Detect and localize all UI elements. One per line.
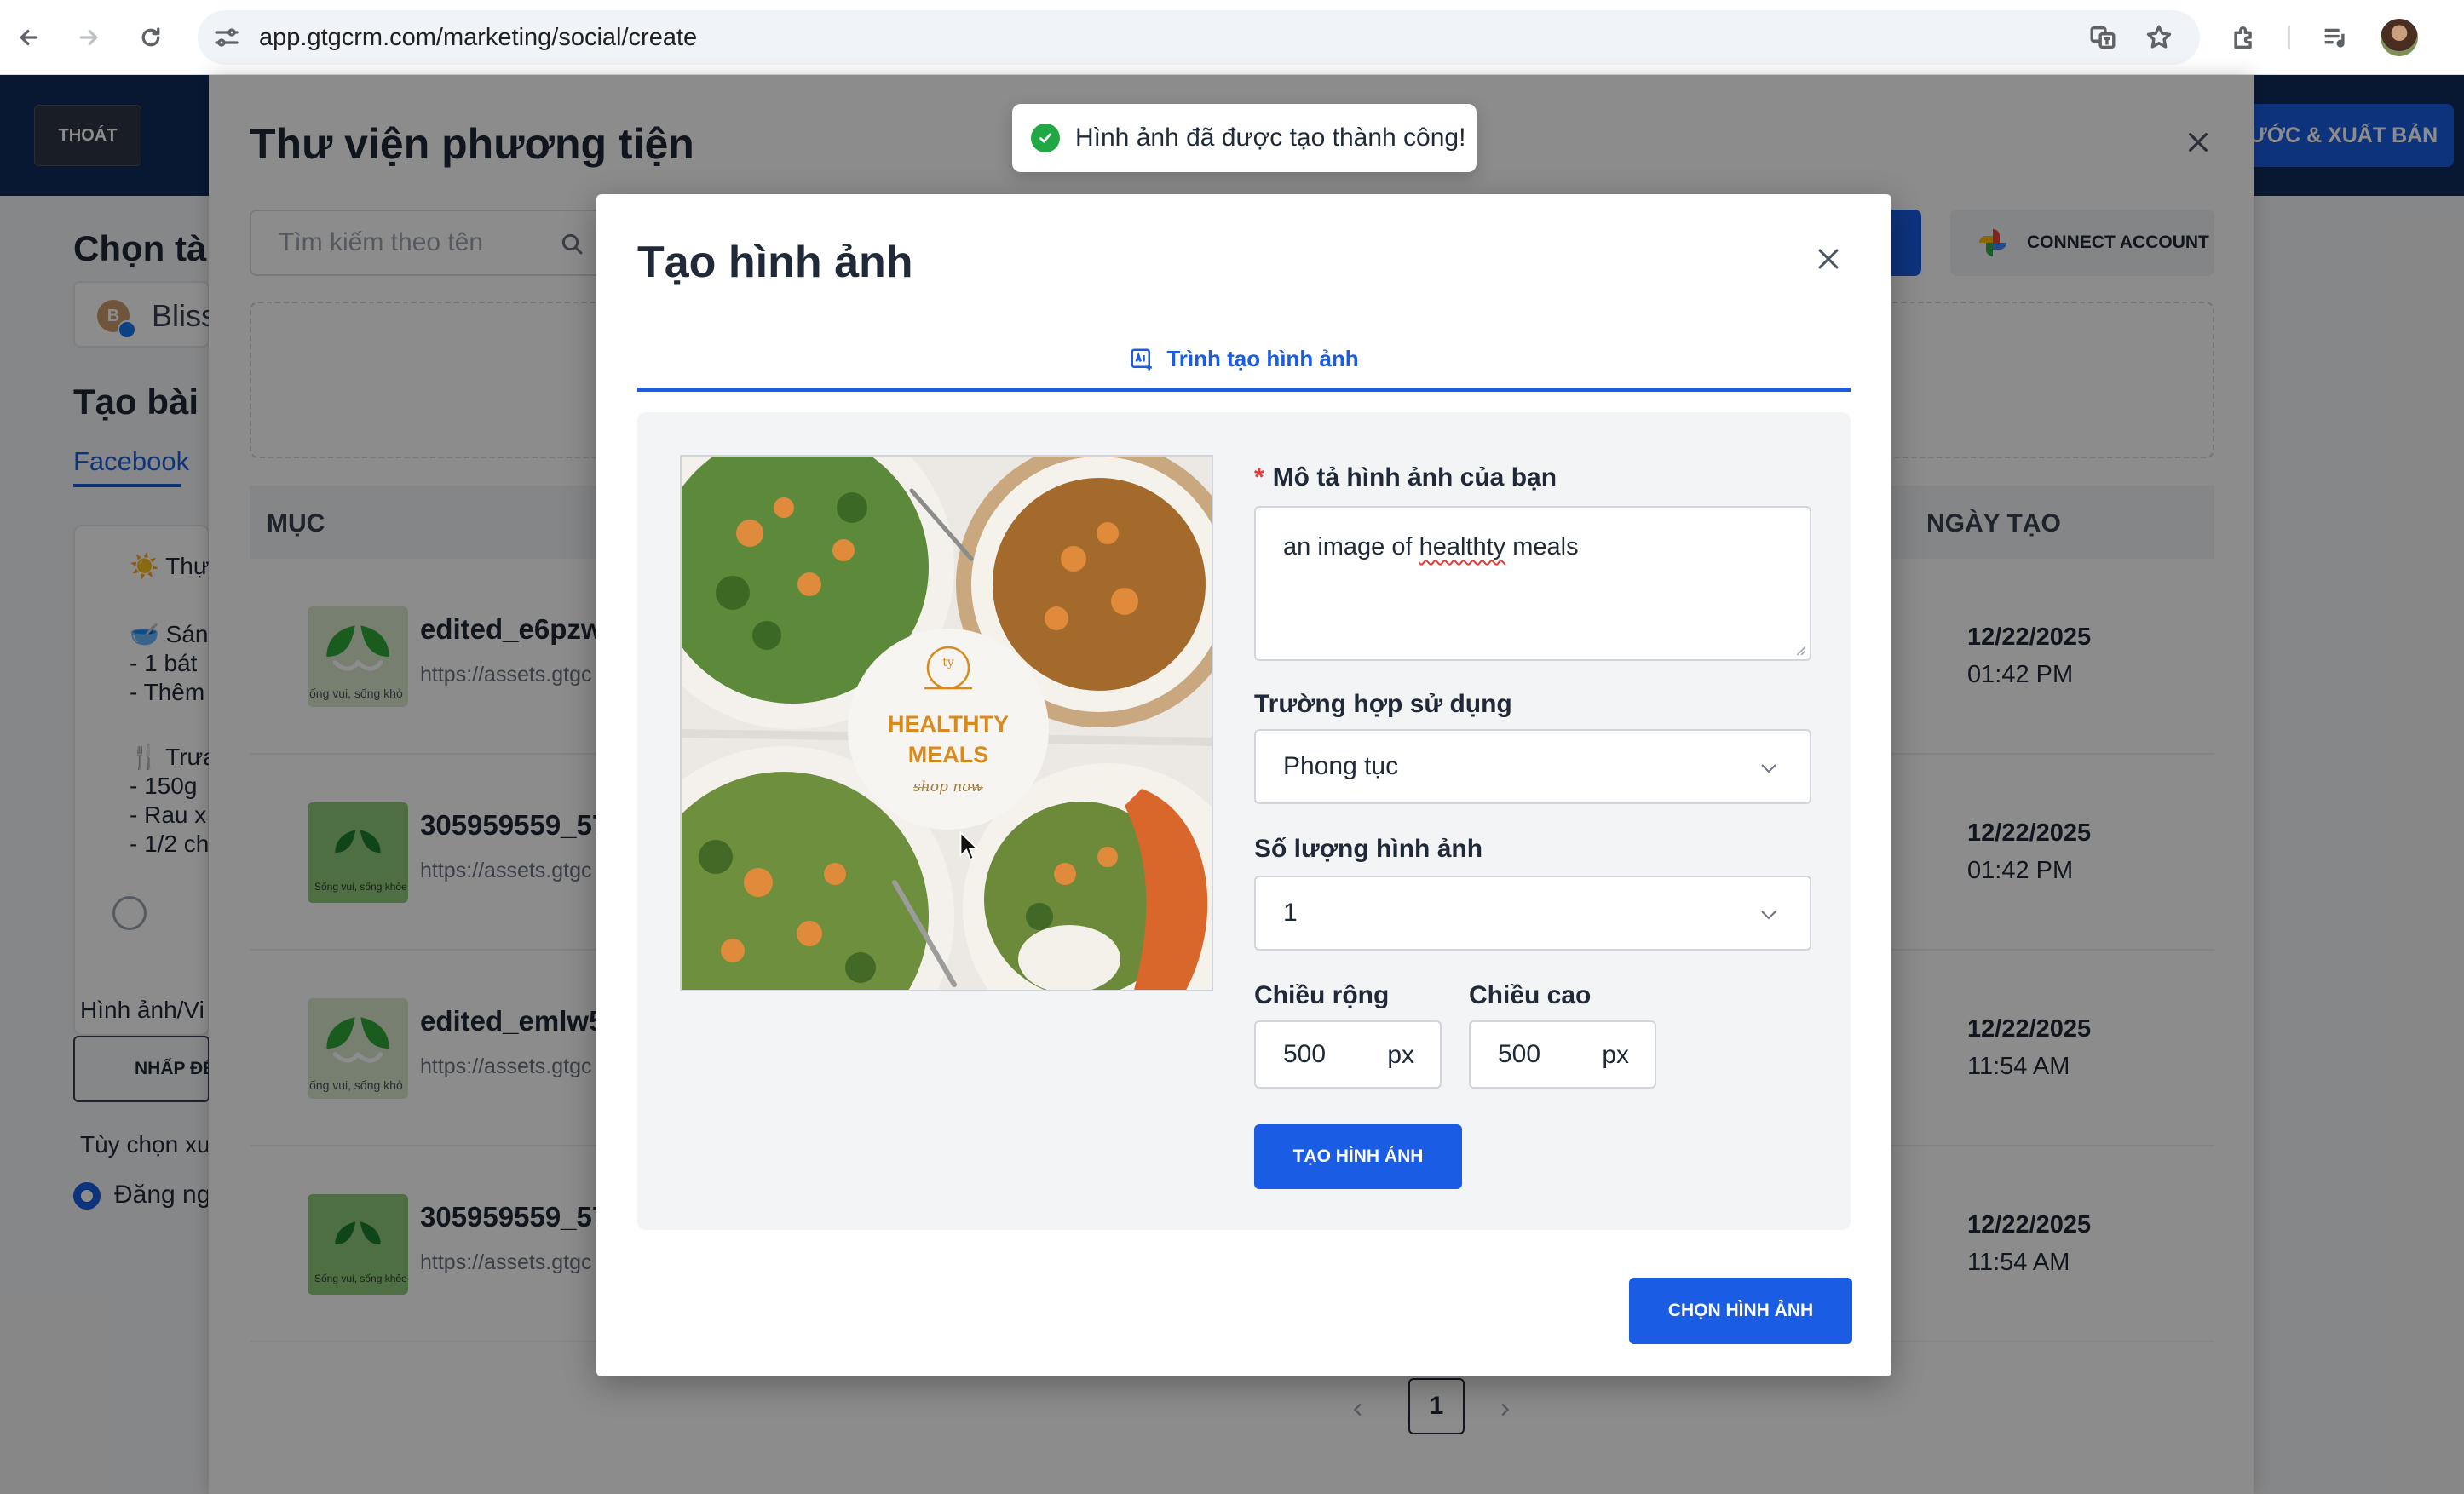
tab-image-generator[interactable]: Trình tạo hình ảnh <box>637 330 1851 392</box>
width-input[interactable]: 500 px <box>1254 1020 1442 1089</box>
width-unit: px <box>1387 1041 1414 1069</box>
browser-toolbar: app.gtgcrm.com/marketing/social/create <box>0 0 2464 75</box>
preview-subtitle: shop now <box>913 779 983 796</box>
width-label: Chiều rộng <box>1254 981 1390 1009</box>
use-case-label: Trường hợp sử dụng <box>1254 690 1512 718</box>
description-label-text: Mô tả hình ảnh của bạn <box>1272 463 1557 491</box>
toast-message: Hình ảnh đã được tạo thành công! <box>1075 124 1466 152</box>
forward-button[interactable] <box>68 17 109 58</box>
back-button[interactable] <box>9 17 49 58</box>
success-toast: Hình ảnh đã được tạo thành công! <box>1012 104 1477 172</box>
generated-image-preview[interactable]: ty HEALTHTY MEALS shop now <box>680 455 1213 991</box>
use-case-select[interactable]: Phong tục <box>1254 729 1811 804</box>
check-circle-icon <box>1031 124 1060 152</box>
toolbar-divider <box>2288 26 2290 49</box>
bookmark-star-icon[interactable] <box>2140 19 2178 56</box>
preview-title-line: MEALS <box>907 742 989 767</box>
tab-bar: Trình tạo hình ảnh <box>637 330 1851 392</box>
preview-title-line: HEALTHTY <box>888 711 1009 737</box>
height-unit: px <box>1602 1041 1629 1069</box>
address-bar[interactable]: app.gtgcrm.com/marketing/social/create <box>198 10 2200 65</box>
width-value: 500 <box>1283 1040 1327 1068</box>
dialog-close-button[interactable] <box>1806 237 1851 281</box>
height-input[interactable]: 500 px <box>1469 1020 1656 1089</box>
required-asterisk: * <box>1254 463 1264 491</box>
arrow-left-icon <box>20 29 38 46</box>
translate-icon[interactable] <box>2084 19 2121 56</box>
extensions-puzzle-icon[interactable] <box>2225 19 2263 56</box>
site-settings-icon[interactable] <box>211 22 242 53</box>
description-text: an image of <box>1283 533 1419 560</box>
description-textarea[interactable]: an image of healthty meals <box>1254 506 1811 661</box>
create-image-dialog: Tạo hình ảnh Trình tạo hình ảnh ty HEALT… <box>596 194 1891 1376</box>
preview-divider <box>913 787 929 788</box>
use-case-value: Phong tục <box>1283 752 1399 780</box>
arrow-right-icon <box>79 29 98 46</box>
generator-panel: ty HEALTHTY MEALS shop now * Mô tả hình ả… <box>637 412 1851 1230</box>
close-icon <box>1818 249 1839 269</box>
chevron-down-icon <box>1761 911 1776 920</box>
dialog-title: Tạo hình ảnh <box>637 238 913 287</box>
image-count-value: 1 <box>1283 899 1298 927</box>
height-value: 500 <box>1498 1040 1541 1068</box>
media-controls-icon[interactable] <box>2316 19 2353 56</box>
preview-logo-text: ty <box>942 656 954 669</box>
reload-button[interactable] <box>130 17 171 58</box>
height-label: Chiều cao <box>1469 981 1592 1009</box>
image-count-select[interactable]: 1 <box>1254 876 1811 951</box>
create-image-button[interactable]: TẠO HÌNH ẢNH <box>1254 1124 1462 1189</box>
select-image-button[interactable]: CHỌN HÌNH ẢNH <box>1629 1278 1852 1344</box>
description-label: * Mô tả hình ảnh của bạn <box>1254 463 1557 492</box>
preview-divider <box>968 787 983 788</box>
resize-handle-icon[interactable] <box>1794 644 1806 656</box>
tab-label: Trình tạo hình ảnh <box>1166 346 1359 371</box>
url-text: app.gtgcrm.com/marketing/social/create <box>259 23 698 51</box>
mouse-cursor-icon <box>959 831 980 861</box>
reload-icon <box>141 27 160 47</box>
ai-image-icon <box>1131 348 1153 370</box>
preview-title: HEALTHTY MEALS <box>852 709 1045 770</box>
description-misspelled-word: healthty <box>1419 533 1506 560</box>
image-count-label: Số lượng hình ảnh <box>1254 835 1483 863</box>
profile-avatar[interactable] <box>2381 19 2418 56</box>
description-text: meals <box>1505 533 1579 560</box>
chevron-down-icon <box>1761 764 1776 773</box>
